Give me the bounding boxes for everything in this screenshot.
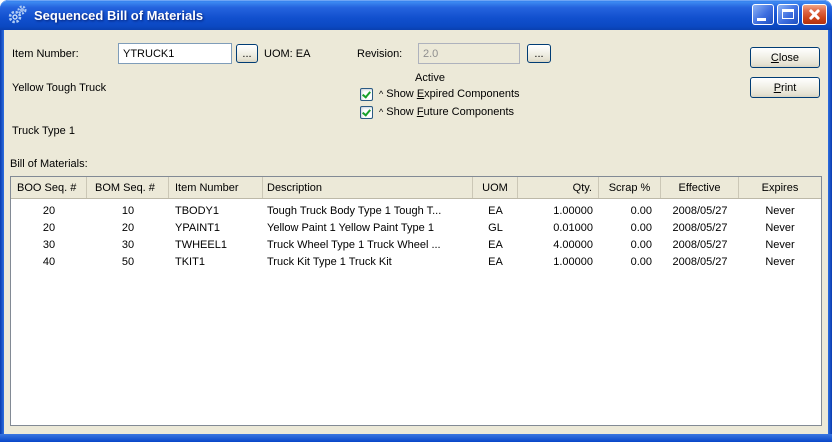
- cell-effective: 2008/05/27: [672, 221, 728, 234]
- revision-browse-button[interactable]: ...: [527, 44, 551, 63]
- uom-label: UOM: EA: [264, 48, 311, 60]
- window-title: Sequenced Bill of Materials: [34, 7, 204, 23]
- cell-uom: EA: [488, 238, 503, 251]
- window-resize-bottom[interactable]: [0, 434, 832, 442]
- cell-effective: 2008/05/27: [672, 238, 728, 251]
- active-label: Active: [415, 72, 445, 84]
- cell-uom: EA: [488, 204, 503, 217]
- cell-boo: 20: [42, 221, 56, 234]
- column-header-desc[interactable]: Description: [263, 177, 473, 198]
- item-description-line2: Truck Type 1: [12, 125, 75, 137]
- column-header-item[interactable]: Item Number: [169, 177, 263, 198]
- column-header-qty[interactable]: Qty.: [518, 177, 599, 198]
- table-body: 20 10 TBODY1 Tough Truck Body Type 1 Tough …: [11, 199, 821, 270]
- cell-desc: Truck Kit Type 1 Truck Kit: [267, 255, 392, 268]
- titlebar-buttons: [752, 4, 827, 25]
- titlebar[interactable]: Sequenced Bill of Materials: [0, 0, 832, 30]
- cell-uom: GL: [488, 221, 503, 234]
- uom-value: EA: [295, 48, 311, 60]
- maximize-button[interactable]: [777, 4, 799, 25]
- table-row[interactable]: 30 30 TWHEEL1 Truck Wheel Type 1 Truck Whee…: [11, 236, 821, 253]
- item-description-line1: Yellow Tough Truck: [12, 82, 107, 94]
- revision-label: Revision:: [357, 48, 403, 60]
- cell-effective: 2008/05/27: [672, 255, 728, 268]
- revision-input: [418, 43, 520, 64]
- cell-boo: 20: [42, 204, 56, 217]
- cell-qty: 1.00000: [553, 204, 593, 217]
- column-header-expires[interactable]: Expires: [739, 177, 821, 198]
- cell-qty: 1.00000: [553, 255, 593, 268]
- show-future-row: ^ Show Future Components: [360, 104, 514, 120]
- cell-bom: 10: [121, 204, 135, 217]
- column-header-uom[interactable]: UOM: [473, 177, 518, 198]
- sequenced-bom-window: Sequenced Bill of Materials Item Number:…: [0, 0, 832, 442]
- cell-item: TWHEEL1: [175, 238, 227, 251]
- cell-scrap: 0.00: [630, 255, 652, 268]
- window-close-button[interactable]: [802, 4, 827, 25]
- minimize-icon: [757, 18, 766, 21]
- column-header-boo[interactable]: BOO Seq. #: [11, 177, 87, 198]
- show-expired-checkbox[interactable]: [360, 87, 373, 101]
- cell-qty: 0.01000: [553, 221, 593, 234]
- column-header-scrap[interactable]: Scrap %: [599, 177, 661, 198]
- table-row[interactable]: 40 50 TKIT1 Truck Kit Type 1 Truck Kit EA 1.0…: [11, 253, 821, 270]
- cell-bom: 30: [121, 238, 135, 251]
- show-expired-row: ^ Show Expired Components: [360, 86, 520, 102]
- minimize-button[interactable]: [752, 4, 774, 25]
- cell-desc: Truck Wheel Type 1 Truck Wheel ...: [267, 238, 441, 251]
- cell-expires: Never: [765, 221, 795, 234]
- cell-desc: Yellow Paint 1 Yellow Paint Type 1: [267, 221, 434, 234]
- cell-boo: 40: [42, 255, 56, 268]
- checkmark-icon: [362, 88, 371, 99]
- dialog-content: Item Number: ... UOM: EA Revision: ... C…: [4, 30, 828, 434]
- cell-desc: Tough Truck Body Type 1 Tough T...: [267, 204, 442, 217]
- show-future-checkbox[interactable]: [360, 105, 373, 119]
- show-future-label[interactable]: ^ Show Future Components: [373, 105, 514, 119]
- cell-item: TKIT1: [175, 255, 205, 268]
- close-button[interactable]: Close: [750, 47, 820, 68]
- item-number-browse-button[interactable]: ...: [236, 44, 258, 63]
- item-number-input[interactable]: [118, 43, 232, 64]
- item-number-label: Item Number:: [12, 48, 79, 60]
- cell-bom: 50: [121, 255, 135, 268]
- cell-qty: 4.00000: [553, 238, 593, 251]
- table-row[interactable]: 20 20 YPAINT1 Yellow Paint 1 Yellow Paint T…: [11, 219, 821, 236]
- cell-uom: EA: [488, 255, 503, 268]
- cell-scrap: 0.00: [630, 238, 652, 251]
- cell-expires: Never: [765, 255, 795, 268]
- bill-of-materials-caption: Bill of Materials:: [10, 158, 88, 170]
- window-resize-right[interactable]: [828, 30, 832, 442]
- column-header-effective[interactable]: Effective: [661, 177, 739, 198]
- cell-expires: Never: [765, 204, 795, 217]
- cell-expires: Never: [765, 238, 795, 251]
- maximize-icon: [782, 9, 794, 19]
- checkmark-icon: [362, 106, 371, 117]
- cell-effective: 2008/05/27: [672, 204, 728, 217]
- table-row[interactable]: 20 10 TBODY1 Tough Truck Body Type 1 Tough …: [11, 202, 821, 219]
- bill-of-materials-table: BOO Seq. # BOM Seq. # Item Number Descripti…: [10, 176, 822, 426]
- cell-boo: 30: [42, 238, 56, 251]
- table-header: BOO Seq. # BOM Seq. # Item Number Descripti…: [11, 177, 821, 199]
- cell-item: YPAINT1: [175, 221, 221, 234]
- cell-item: TBODY1: [175, 204, 220, 217]
- cell-scrap: 0.00: [630, 221, 652, 234]
- print-button[interactable]: Print: [750, 77, 820, 98]
- cell-bom: 20: [121, 221, 135, 234]
- cell-scrap: 0.00: [630, 204, 652, 217]
- gears-icon: [8, 5, 27, 24]
- show-expired-label[interactable]: ^ Show Expired Components: [373, 87, 520, 101]
- column-header-bom[interactable]: BOM Seq. #: [87, 177, 169, 198]
